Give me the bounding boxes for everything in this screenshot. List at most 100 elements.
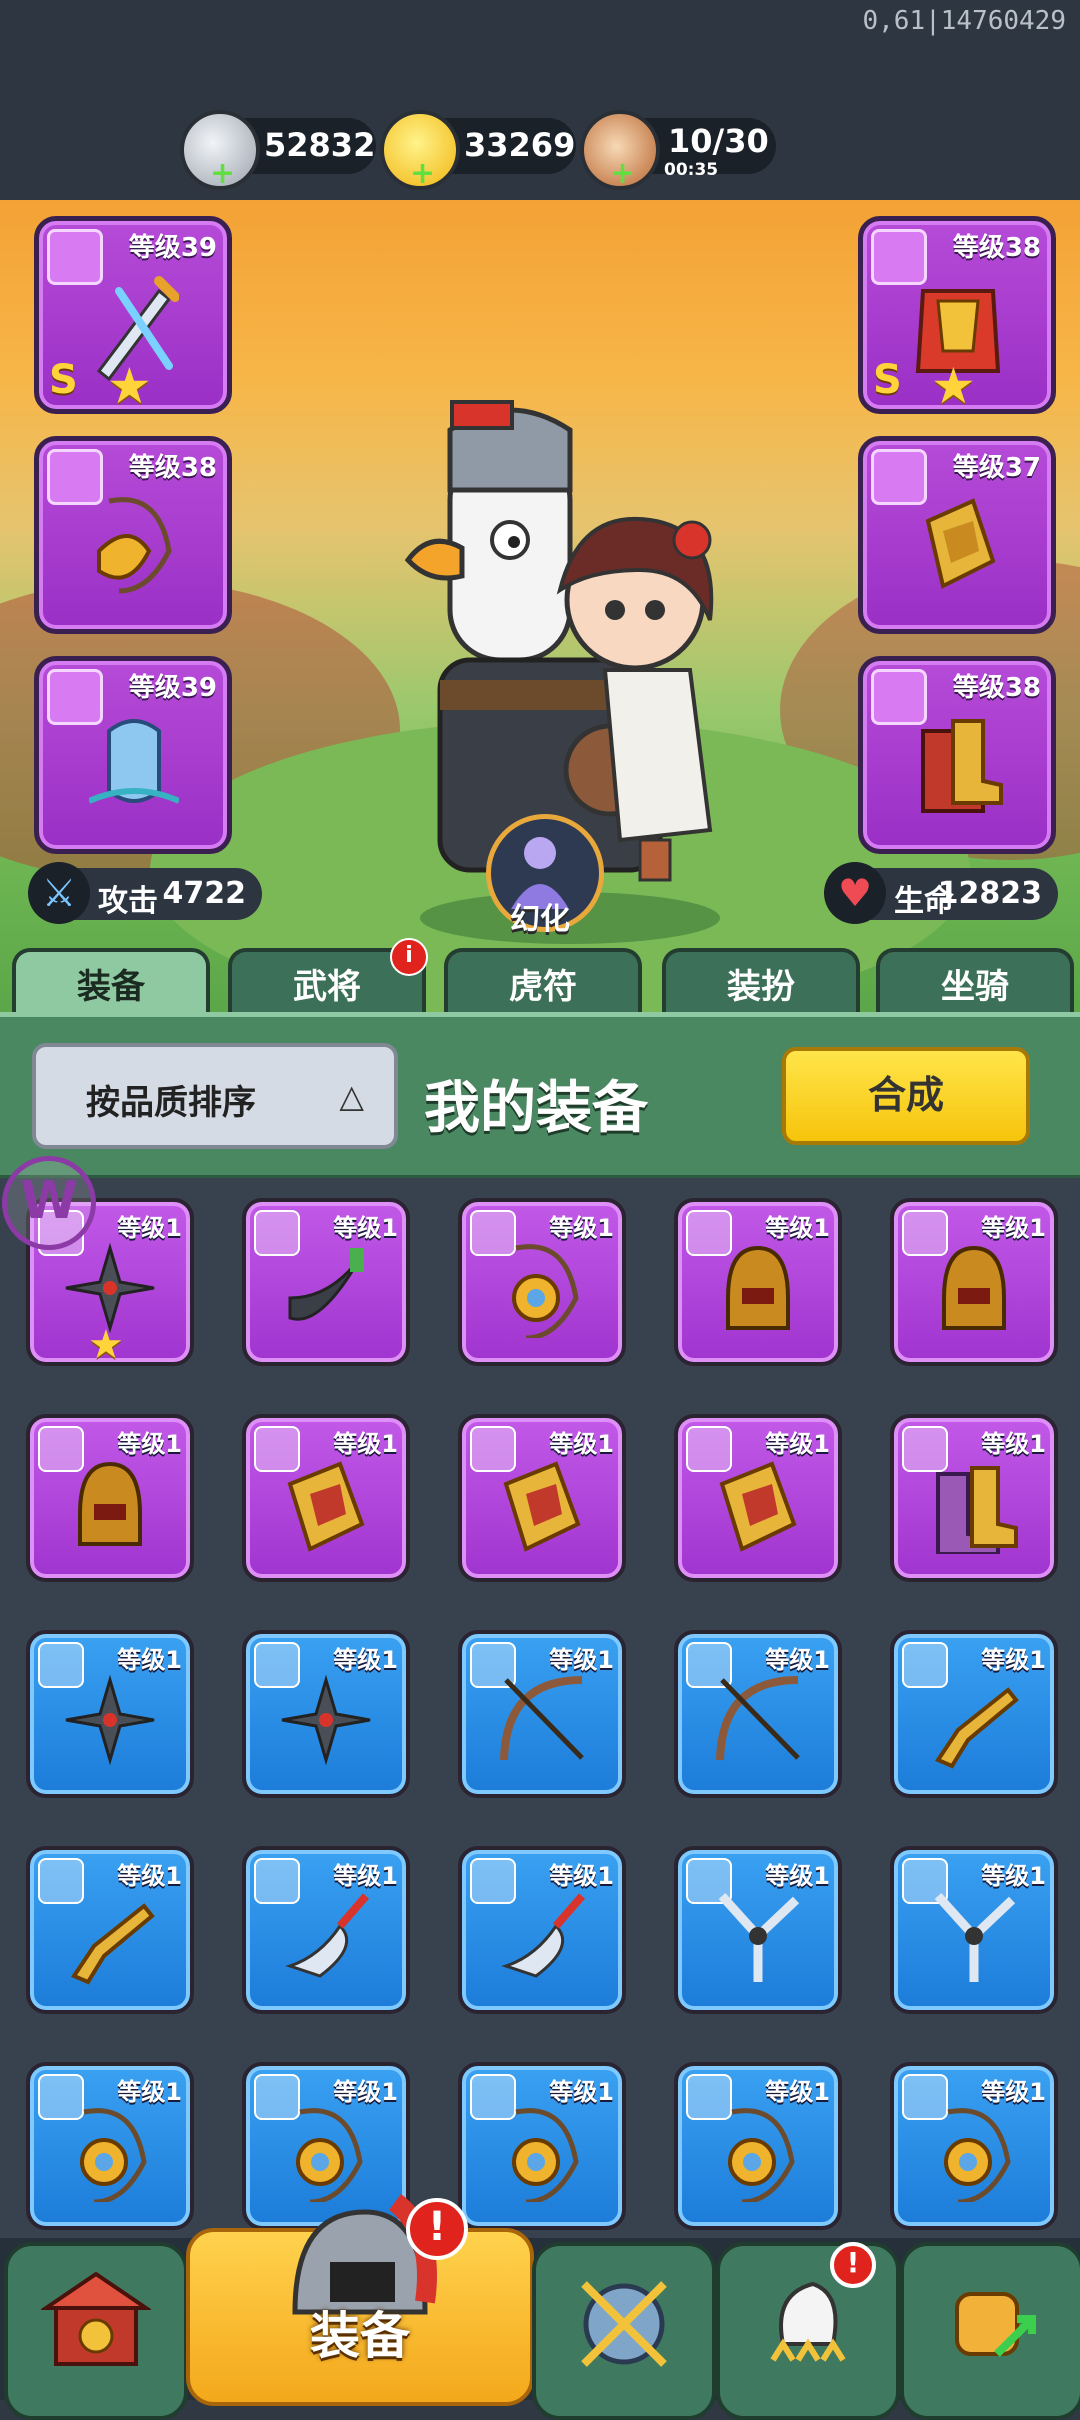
alert-badge: ! (830, 2242, 876, 2288)
hero-scene: 等级39 S ★ 等级38 等级39 等级38 S ★ 等级37 等级38 ⚔ … (0, 200, 1080, 1020)
alert-badge: ! (406, 2198, 468, 2260)
helmet-icon (726, 1245, 790, 1330)
attack-label: 攻击 (98, 884, 158, 919)
grade-badge: S (49, 357, 78, 403)
inventory-item[interactable]: 等级1 (458, 1630, 626, 1798)
heart-icon: ♥ (824, 862, 886, 924)
fist-upgrade-icon (955, 2292, 1036, 2357)
slot-level: 等级39 (128, 233, 217, 263)
attack-value: 4722 (162, 876, 247, 911)
equipped-armor-slot[interactable]: 等级38 S ★ (858, 216, 1056, 415)
glaive-icon (501, 1893, 586, 1978)
inventory-grid: 等级1 ★ 等级1 等级1 等级1 等级1 等级1 等级1 等级1 等级1 等级1 等级1 等级1 等级1… (0, 1178, 1080, 2238)
inventory-item[interactable]: 等级1 (26, 2062, 194, 2230)
nav-rank[interactable]: ! (716, 2242, 900, 2420)
dagger-icon (288, 1248, 364, 1321)
shuriken-icon (281, 1674, 371, 1766)
equipment-panel-header: 按品质排序 △ 我的装备 合成 (0, 1012, 1080, 1180)
equipped-helmet-slot[interactable]: 等级39 (34, 656, 232, 854)
star-icon: ★ (88, 1322, 124, 1368)
inventory-item[interactable]: 等级1 (674, 2062, 842, 2230)
inventory-item[interactable]: 等级1 (242, 1630, 410, 1798)
equipped-gauntlet-slot[interactable]: 等级37 (858, 436, 1056, 634)
gauntlet-icon (287, 1461, 365, 1552)
inventory-item[interactable]: 等级1 (890, 1846, 1058, 2014)
inventory-item[interactable]: 等级1 (890, 2062, 1058, 2230)
inventory-item[interactable]: 等级1 (242, 1198, 410, 1366)
triple-blade-icon (934, 1892, 1016, 1982)
panel-title: 我的装备 (424, 1076, 648, 1141)
nav-upgrade[interactable] (900, 2242, 1080, 2420)
inventory-item[interactable]: 等级1 (458, 1198, 626, 1366)
silver-resource[interactable]: + 52832 (180, 110, 376, 190)
inventory-item[interactable]: 等级1 (26, 1414, 194, 1582)
equipped-weapon-slot[interactable]: 等级39 S ★ (34, 216, 232, 415)
gauntlet-icon (503, 1461, 581, 1552)
amulet-icon (944, 2108, 1011, 2202)
star-icon: ★ (107, 357, 152, 415)
city-gate-icon (41, 2271, 151, 2366)
add-silver-icon[interactable]: + (210, 159, 235, 189)
morph-label: 幻化 (510, 902, 570, 937)
shuriken-icon (65, 1674, 155, 1766)
inventory-item[interactable]: 等级1 (458, 1414, 626, 1582)
info-badge: i (390, 938, 428, 976)
merge-button[interactable]: 合成 (782, 1047, 1030, 1145)
stamina-resource[interactable]: + 10/30 00:35 (580, 110, 776, 190)
inventory-item[interactable]: 等级1 (242, 1846, 410, 2014)
sort-by-quality-button[interactable]: 按品质排序 △ (32, 1043, 398, 1149)
equipped-amulet-slot[interactable]: 等级38 (34, 436, 232, 634)
inventory-item[interactable]: 等级1 (674, 1198, 842, 1366)
star-icon: ★ (931, 357, 976, 415)
bottom-nav: 装备 ! ! (0, 2194, 1080, 2420)
attack-stat: ⚔ 攻击 4722 (28, 862, 262, 924)
slot-level: 等级38 (952, 673, 1041, 703)
nav-battle[interactable] (532, 2242, 716, 2420)
inventory-item[interactable]: 等级1 (890, 1630, 1058, 1798)
grade-badge: S (873, 357, 902, 403)
nav-equipment[interactable]: 装备 ! (186, 2194, 534, 2406)
gauntlet-icon (719, 1461, 797, 1552)
nav-city[interactable] (4, 2242, 188, 2420)
inventory-item[interactable]: 等级1 (26, 1630, 194, 1798)
amulet-icon (97, 497, 172, 594)
tab-label: 武将 (293, 967, 361, 1007)
helmet-icon (942, 1245, 1006, 1330)
gold-resource[interactable]: + 33269 (380, 110, 576, 190)
inventory-item[interactable]: 等级1 (242, 1414, 410, 1582)
top-bar: 0,61|14760429 + 52832 + 33269 + 10/30 00… (0, 0, 1080, 200)
gold-value: 33269 (464, 126, 576, 164)
golden-gun-icon (935, 1687, 1019, 1769)
hp-value: 12823 (937, 876, 1042, 911)
stamina-value: 10/30 (668, 122, 769, 160)
add-stamina-icon[interactable]: + (610, 159, 635, 189)
add-gold-icon[interactable]: + (410, 159, 435, 189)
triple-blade-icon (718, 1892, 800, 1982)
inventory-item[interactable]: 等级1 (674, 1414, 842, 1582)
inventory-item[interactable]: 等级1 (458, 1846, 626, 2014)
shield-swords-icon (581, 2281, 667, 2367)
inventory-item[interactable]: 等级1 (674, 1846, 842, 2014)
equipped-boots-slot[interactable]: 等级38 (858, 656, 1056, 854)
slot-level: 等级39 (128, 673, 217, 703)
nav-equipment-label: 装备 (310, 2307, 410, 2365)
slot-level: 等级37 (952, 453, 1041, 483)
inventory-item[interactable]: 等级1 (890, 1198, 1058, 1366)
boots-icon (936, 1466, 1018, 1554)
gauntlet-icon (925, 498, 996, 589)
golden-gun-icon (71, 1903, 155, 1985)
inventory-item[interactable]: 等级1 (674, 1630, 842, 1798)
inventory-item[interactable]: 等级1 (890, 1414, 1058, 1582)
amulet-icon (512, 2108, 579, 2202)
floating-w-logo-icon[interactable]: W (2, 1156, 96, 1250)
inventory-item[interactable]: 等级1 (458, 2062, 626, 2230)
crossbow-icon (716, 1676, 800, 1761)
sort-label: 按品质排序 (86, 1083, 256, 1123)
inventory-item[interactable]: 等级1 (26, 1846, 194, 2014)
boots-icon (921, 719, 1003, 813)
glaive-icon (285, 1893, 370, 1978)
helmet-icon (78, 1461, 142, 1546)
hp-stat: ♥ 生命 12823 (824, 862, 1058, 924)
crossbow-icon (500, 1676, 584, 1761)
helmet-icon (89, 719, 179, 804)
